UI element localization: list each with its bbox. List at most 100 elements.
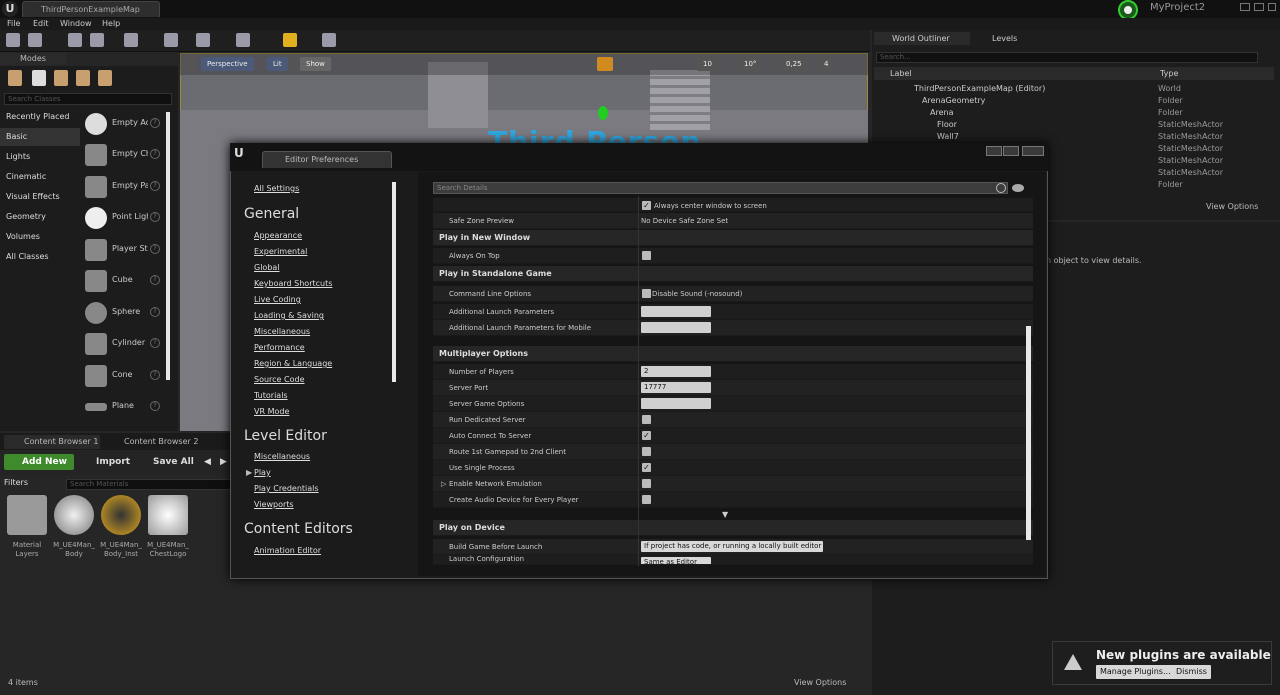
show-advanced-arrow-icon[interactable]: ▼ bbox=[722, 510, 728, 519]
tab-content-browser-2[interactable]: Content Browser 2 bbox=[104, 435, 200, 449]
translate-icon[interactable] bbox=[597, 57, 613, 71]
launch-config-dropdown[interactable]: Same as Editor bbox=[641, 557, 711, 564]
checkbox-checked[interactable]: ✓ bbox=[642, 431, 651, 440]
help-icon[interactable]: ? bbox=[150, 338, 160, 348]
prefs-tab[interactable]: Editor Preferences bbox=[262, 151, 392, 168]
asset-tile[interactable]: M_UE4Man_ Body bbox=[52, 495, 96, 559]
perspective-button[interactable]: Perspective bbox=[201, 57, 254, 71]
category-all-classes[interactable]: All Classes bbox=[0, 248, 80, 266]
save-all-button[interactable]: Save All bbox=[153, 454, 194, 470]
import-button[interactable]: Import bbox=[96, 454, 130, 470]
nav-link-play[interactable]: Play bbox=[254, 468, 271, 477]
build-icon[interactable] bbox=[236, 33, 250, 47]
class-point-light[interactable]: Point Light? bbox=[82, 203, 164, 233]
category-geometry[interactable]: Geometry bbox=[0, 208, 80, 226]
asset-tile[interactable]: M_UE4Man_ ChestLogo bbox=[146, 495, 190, 559]
foliage-mode-icon[interactable] bbox=[76, 70, 90, 86]
save-icon[interactable] bbox=[6, 33, 20, 47]
class-empty-actor[interactable]: Empty Actor? bbox=[82, 109, 164, 139]
class-empty-pawn[interactable]: Empty Pawn? bbox=[82, 172, 164, 202]
build-game-dropdown[interactable]: If project has code, or running a locall… bbox=[641, 541, 823, 552]
outliner-row[interactable]: ThirdPersonExampleMap (Editor) World bbox=[874, 83, 1274, 95]
nav-link[interactable]: VR Mode bbox=[254, 407, 289, 416]
nav-link[interactable]: Miscellaneous bbox=[254, 452, 310, 461]
checkbox[interactable] bbox=[642, 415, 651, 424]
nav-link[interactable]: Performance bbox=[254, 343, 305, 352]
cinematics-icon[interactable] bbox=[196, 33, 210, 47]
expand-arrow-icon[interactable]: ▷ bbox=[441, 476, 446, 492]
checkbox[interactable] bbox=[642, 447, 651, 456]
menu-window[interactable]: Window bbox=[60, 18, 92, 30]
category-visual-effects[interactable]: Visual Effects bbox=[0, 188, 80, 206]
back-arrow-icon[interactable]: ◀ bbox=[204, 454, 211, 470]
section-play-on-device[interactable]: Play on Device bbox=[433, 520, 1033, 536]
source-control-icon[interactable] bbox=[28, 33, 42, 47]
camera-speed-value[interactable]: 4 bbox=[818, 57, 835, 71]
help-icon[interactable]: ? bbox=[150, 307, 160, 317]
nav-link[interactable]: Miscellaneous bbox=[254, 327, 310, 336]
nav-link[interactable]: Source Code bbox=[254, 375, 305, 384]
nav-link[interactable]: Play Credentials bbox=[254, 484, 319, 493]
tab-levels[interactable]: Levels bbox=[974, 32, 1054, 45]
section-play-in-new-window[interactable]: Play in New Window bbox=[433, 230, 1033, 246]
launch-params-input[interactable] bbox=[641, 306, 711, 317]
nav-link[interactable]: Global bbox=[254, 263, 280, 272]
asset-tile[interactable]: M_UE4Man_ Body_Inst bbox=[99, 495, 143, 559]
outliner-view-options[interactable]: View Options bbox=[1206, 202, 1258, 211]
forward-arrow-icon[interactable]: ▶ bbox=[220, 454, 227, 470]
category-basic[interactable]: Basic bbox=[0, 128, 80, 146]
classes-scrollbar[interactable] bbox=[166, 112, 170, 380]
checkbox[interactable] bbox=[642, 495, 651, 504]
close-icon[interactable] bbox=[1268, 3, 1276, 11]
section-multiplayer-options[interactable]: Multiplayer Options bbox=[433, 346, 1033, 362]
viewport-options-icon[interactable] bbox=[184, 57, 196, 71]
launch-icon[interactable] bbox=[322, 33, 336, 47]
lit-button[interactable]: Lit bbox=[267, 57, 288, 71]
col-label[interactable]: Label bbox=[890, 69, 912, 78]
server-port-input[interactable]: 17777 bbox=[641, 382, 711, 393]
class-cylinder[interactable]: Cylinder? bbox=[82, 329, 164, 359]
help-icon[interactable]: ? bbox=[150, 149, 160, 159]
class-cube[interactable]: Cube? bbox=[82, 266, 164, 296]
help-icon[interactable]: ? bbox=[150, 370, 160, 380]
tab-world-outliner[interactable]: World Outliner bbox=[874, 32, 970, 45]
outliner-row[interactable]: Floor StaticMeshActor bbox=[874, 119, 1274, 131]
nav-scrollbar[interactable] bbox=[392, 182, 396, 382]
nav-link[interactable]: Animation Editor bbox=[254, 546, 321, 555]
add-new-button[interactable]: Add New bbox=[4, 454, 74, 470]
prefs-close-icon[interactable] bbox=[1022, 146, 1044, 156]
prefs-maximize-icon[interactable] bbox=[1003, 146, 1019, 156]
map-tab[interactable]: ThirdPersonExampleMap bbox=[22, 1, 160, 17]
nav-link[interactable]: Tutorials bbox=[254, 391, 288, 400]
paint-mode-icon[interactable] bbox=[32, 70, 46, 86]
nav-link[interactable]: Viewports bbox=[254, 500, 294, 509]
help-icon[interactable]: ? bbox=[150, 181, 160, 191]
search-details-input[interactable]: Search Details bbox=[433, 182, 1008, 194]
help-icon[interactable]: ? bbox=[150, 118, 160, 128]
search-classes-input[interactable]: Search Classes bbox=[4, 93, 172, 105]
class-sphere[interactable]: Sphere? bbox=[82, 298, 164, 328]
tab-content-browser-1[interactable]: Content Browser 1 bbox=[4, 435, 100, 449]
class-empty-character[interactable]: Empty Character? bbox=[82, 140, 164, 170]
play-icon[interactable] bbox=[283, 33, 297, 47]
help-icon[interactable]: ? bbox=[150, 244, 160, 254]
column-divider[interactable] bbox=[638, 196, 639, 566]
geometry-mode-icon[interactable] bbox=[98, 70, 112, 86]
checkbox[interactable] bbox=[642, 479, 651, 488]
help-icon[interactable]: ? bbox=[150, 401, 160, 411]
minimize-icon[interactable] bbox=[1240, 3, 1250, 11]
asset-tile[interactable]: Material Layers bbox=[5, 495, 49, 559]
class-cone[interactable]: Cone? bbox=[82, 361, 164, 391]
category-cinematic[interactable]: Cinematic bbox=[0, 168, 80, 186]
launch-params-mobile-input[interactable] bbox=[641, 322, 711, 333]
checkbox[interactable] bbox=[642, 289, 651, 298]
outliner-row[interactable]: ArenaGeometry Folder bbox=[874, 95, 1274, 107]
eye-icon[interactable] bbox=[1012, 184, 1024, 192]
category-lights[interactable]: Lights bbox=[0, 148, 80, 166]
maximize-icon[interactable] bbox=[1254, 3, 1264, 11]
nav-all-settings[interactable]: All Settings bbox=[254, 184, 299, 193]
checkbox-checked[interactable]: ✓ bbox=[642, 201, 651, 210]
show-button[interactable]: Show bbox=[300, 57, 331, 71]
section-standalone-game[interactable]: Play in Standalone Game bbox=[433, 266, 1033, 282]
help-icon[interactable]: ? bbox=[150, 275, 160, 285]
